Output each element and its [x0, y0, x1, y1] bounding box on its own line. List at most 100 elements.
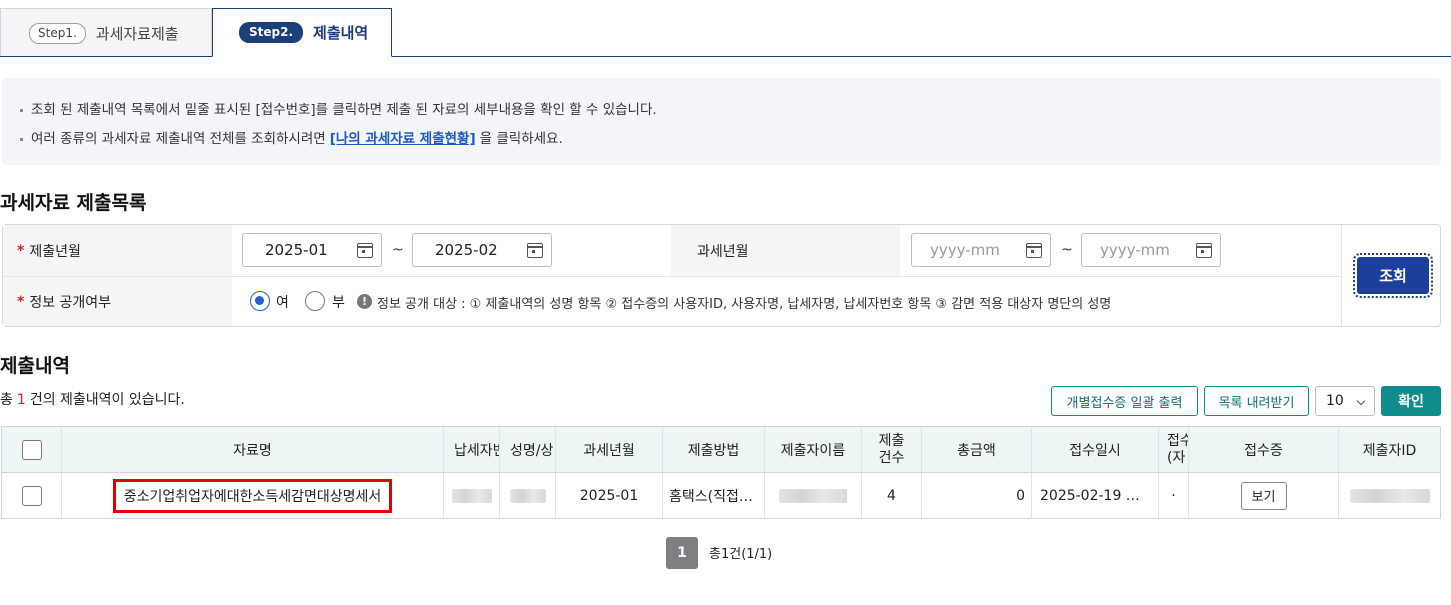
- bullet-icon: [20, 109, 23, 112]
- row-received-at: 2025-02-19 …: [1032, 473, 1159, 518]
- header-taxpayer-no: 납세자번: [444, 427, 500, 472]
- my-submission-status-link[interactable]: [나의 과세자료 제출현황]: [330, 125, 476, 154]
- notice-text-2: 여러 종류의 과세자료 제출내역 전체를 조회하시려면: [31, 131, 326, 147]
- redacted-block: [509, 488, 546, 503]
- header-amount: 총금액: [922, 427, 1032, 472]
- row-name-cell: 중소기업취업자에대한소득세감면대상명세서: [62, 473, 444, 518]
- results-section-title: 제출내역: [0, 355, 70, 377]
- pagination-summary: 총1건(1/1): [709, 547, 773, 562]
- header-recno-line1: 접수: [1167, 432, 1188, 449]
- tax-from-input[interactable]: yyyy-mm: [911, 233, 1051, 267]
- header-receipt: 접수증: [1189, 427, 1339, 472]
- redacted-block: [1349, 488, 1430, 503]
- disclosure-info-text: 정보 공개 대상 : ① 제출내역의 성명 항목 ② 접수증의 사용자ID, 사…: [377, 297, 1112, 312]
- row-receipt-no[interactable]: ·: [1159, 473, 1189, 518]
- header-tax-month: 과세년월: [556, 427, 663, 472]
- calendar-icon[interactable]: [527, 243, 543, 258]
- total-count: 1: [16, 392, 26, 408]
- info-icon: !: [357, 294, 372, 309]
- table-header: 자료명 납세자번 성명/상 과세년월 제출방법 제출자이름 제출 건수 총금액 …: [2, 427, 1440, 473]
- disclosure-yes-label[interactable]: 여: [276, 292, 289, 312]
- tab-step2[interactable]: Step2. 제출내역: [212, 8, 392, 57]
- page-1-button[interactable]: 1: [666, 537, 698, 569]
- tab-step2-label: 제출내역: [313, 24, 369, 42]
- step-tabs: Step1. 과세자료제출 Step2. 제출내역: [0, 0, 1451, 57]
- submit-month-label: * 제출년월: [3, 225, 232, 276]
- calendar-icon[interactable]: [1026, 243, 1042, 258]
- notice-line-1: 조회 된 제출내역 목록에서 밑줄 표시된 [접수번호]를 클릭하면 제출 된 …: [20, 96, 1441, 125]
- chevron-down-icon: [1356, 396, 1366, 406]
- row-person-name: [500, 473, 556, 518]
- tab-step1-label: 과세자료제출: [95, 24, 179, 43]
- disclosure-label: * 정보 공개여부: [3, 277, 232, 326]
- disclosure-no-radio[interactable]: [305, 291, 325, 311]
- required-mark: *: [17, 242, 25, 259]
- page-size-select[interactable]: 10: [1315, 386, 1375, 416]
- disclosure-no-label[interactable]: 부: [332, 292, 345, 312]
- required-mark: *: [17, 293, 25, 310]
- redacted-block: [779, 488, 847, 503]
- search-button[interactable]: 조회: [1353, 253, 1433, 298]
- page-size-value: 10: [1326, 393, 1344, 409]
- header-name: 자료명: [62, 427, 444, 472]
- confirm-button[interactable]: 확인: [1381, 386, 1441, 416]
- tax-month-label-text: 과세년월: [697, 243, 749, 260]
- row-receipt-cell: 보기: [1189, 473, 1339, 518]
- tax-to-placeholder: yyyy-mm: [1100, 241, 1170, 259]
- download-list-button[interactable]: 목록 내려받기: [1204, 386, 1309, 416]
- search-section-title: 과세자료 제출목록: [0, 192, 147, 214]
- header-count-line2: 건수: [878, 449, 905, 466]
- result-count-text: 총 1 건의 제출내역이 있습니다.: [0, 389, 185, 409]
- submit-month-label-text: 제출년월: [29, 243, 81, 260]
- header-receipt-no: 접수 (자: [1159, 427, 1189, 472]
- notice-line-2: 여러 종류의 과세자료 제출내역 전체를 조회하시려면 [나의 과세자료 제출현…: [20, 125, 1441, 154]
- row-tax-month: 2025-01: [556, 473, 663, 518]
- submission-table: 자료명 납세자번 성명/상 과세년월 제출방법 제출자이름 제출 건수 총금액 …: [1, 426, 1441, 519]
- row-checkbox[interactable]: [21, 485, 42, 506]
- row-amount: 0: [922, 473, 1032, 518]
- tax-from-placeholder: yyyy-mm: [930, 241, 1000, 259]
- calendar-icon[interactable]: [357, 243, 373, 258]
- header-received-at: 접수일시: [1032, 427, 1159, 472]
- notice-box: 조회 된 제출내역 목록에서 밑줄 표시된 [접수번호]를 클릭하면 제출 된 …: [2, 78, 1441, 165]
- tax-month-label: 과세년월: [671, 225, 900, 276]
- batch-print-receipts-button[interactable]: 개별접수증 일괄 출력: [1051, 386, 1198, 416]
- select-all-checkbox[interactable]: [21, 439, 42, 460]
- submit-from-value: 2025-01: [265, 241, 328, 259]
- submit-to-input[interactable]: 2025-02: [412, 233, 552, 267]
- header-submitter-name: 제출자이름: [765, 427, 862, 472]
- header-select-all: [2, 427, 62, 472]
- range-tilde: ~: [392, 242, 404, 258]
- row-count: 4: [862, 473, 922, 518]
- total-post: 건의 제출내역이 있습니다.: [29, 392, 185, 408]
- tax-to-input[interactable]: yyyy-mm: [1081, 233, 1221, 267]
- calendar-icon[interactable]: [1196, 243, 1212, 258]
- row-submitter-name: [765, 473, 862, 518]
- header-person-name: 성명/상: [500, 427, 556, 472]
- notice-text-2-post: 을 클릭하세요.: [479, 131, 563, 147]
- row-select-cell: [2, 473, 62, 518]
- view-receipt-button[interactable]: 보기: [1240, 481, 1287, 510]
- step1-pill: Step1.: [29, 22, 86, 44]
- tab-step1[interactable]: Step1. 과세자료제출: [0, 8, 212, 57]
- row-taxpayer-no: [444, 473, 500, 518]
- panel-divider: [1341, 225, 1342, 326]
- submit-from-input[interactable]: 2025-01: [242, 233, 382, 267]
- header-recno-line2: (자: [1167, 449, 1186, 466]
- header-submitter-id: 제출자ID: [1362, 442, 1417, 459]
- row-submitter-id: [1339, 473, 1440, 518]
- disclosure-label-text: 정보 공개여부: [29, 294, 112, 311]
- total-pre: 총: [0, 392, 13, 408]
- search-panel: * 제출년월 2025-01 ~ 2025-02 과세년월 yyyy-mm ~ …: [2, 224, 1441, 327]
- header-count: 제출 건수: [862, 427, 922, 472]
- header-count-line1: 제출: [878, 432, 905, 449]
- redacted-block: [451, 488, 492, 503]
- row-name-highlighted[interactable]: 중소기업취업자에대한소득세감면대상명세서: [112, 478, 393, 513]
- submit-to-value: 2025-02: [435, 241, 498, 259]
- header-method: 제출방법: [663, 427, 765, 472]
- range-tilde: ~: [1061, 242, 1073, 258]
- notice-text-1: 조회 된 제출내역 목록에서 밑줄 표시된 [접수번호]를 클릭하면 제출 된 …: [31, 102, 657, 118]
- disclosure-yes-radio[interactable]: [250, 291, 270, 311]
- bullet-icon: [20, 138, 23, 141]
- table-row: 중소기업취업자에대한소득세감면대상명세서 2025-01 홈택스(직접… 4 0…: [2, 473, 1440, 518]
